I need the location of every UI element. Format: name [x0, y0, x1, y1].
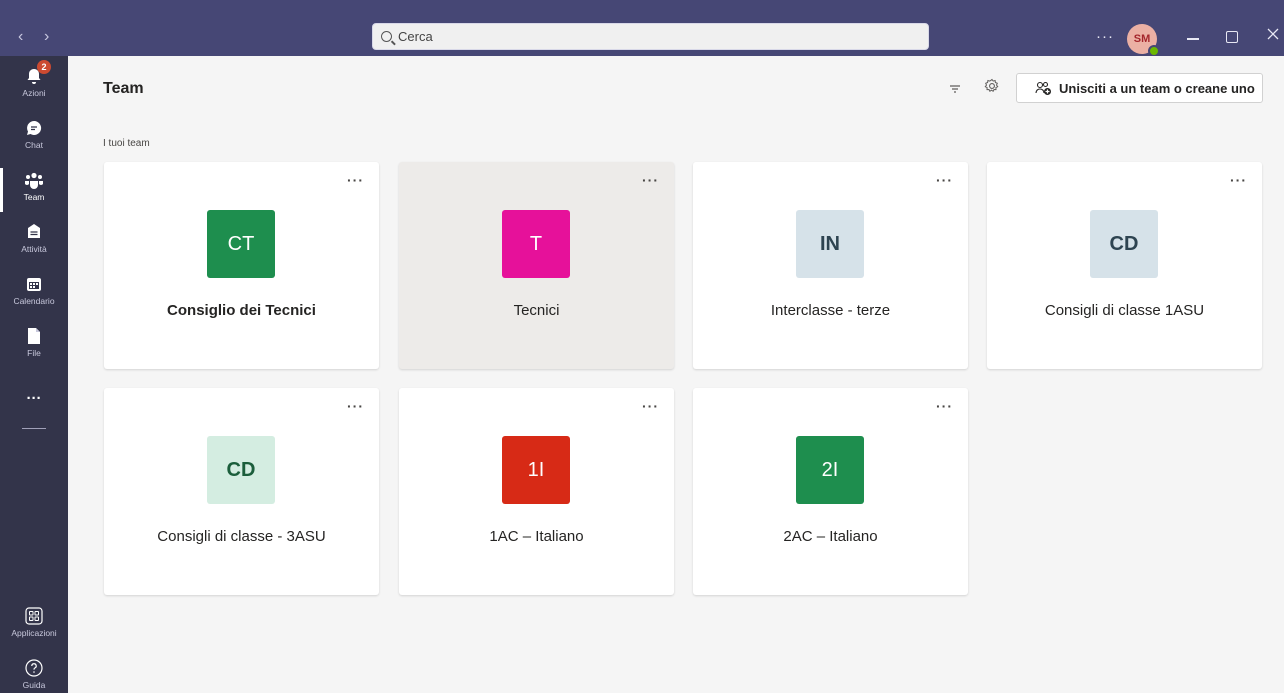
help-icon [24, 658, 44, 678]
more-options-icon[interactable]: ··· [936, 398, 953, 414]
rail-label: Azioni [22, 88, 46, 98]
avatar-initials: SM [1133, 33, 1151, 45]
more-options-icon[interactable]: ··· [936, 172, 953, 188]
more-options-icon[interactable]: ··· [642, 398, 659, 414]
rail-label: Applicazioni [11, 628, 57, 638]
more-apps-icon: ··· [26, 390, 42, 407]
team-name: Consiglio dei Tecnici [167, 302, 316, 319]
minimize-button[interactable] [1187, 38, 1199, 40]
avatar[interactable]: SM [1127, 24, 1160, 57]
section-label-your-teams: I tuoi team [103, 138, 150, 149]
search-input[interactable]: Cerca [372, 23, 929, 50]
page-title: Team [103, 80, 144, 97]
team-avatar: IN [796, 210, 864, 278]
back-arrow-icon[interactable]: ‹ [18, 28, 23, 46]
join-button-label: Unisciti a un team o creane uno [1059, 80, 1255, 96]
team-avatar: 1I [502, 436, 570, 504]
rail-label: Team [23, 192, 45, 202]
team-name: Interclasse - terze [770, 302, 891, 319]
rail-item-azioni[interactable]: 2 Azioni [0, 60, 68, 110]
team-avatar: CD [1090, 210, 1158, 278]
rail-item-applicazioni[interactable]: Applicazioni [0, 600, 68, 650]
rail-label: File [27, 348, 41, 358]
page-header: Team Unisciti a un team o creane uno [68, 56, 1284, 121]
team-avatar: 2I [796, 436, 864, 504]
team-initials: CD [226, 458, 256, 481]
team-name: Consigli di classe - 3ASU [157, 528, 326, 545]
close-button[interactable] [1267, 27, 1279, 45]
team-initials: IN [820, 232, 840, 255]
rail-divider [22, 428, 46, 429]
more-options-icon[interactable]: ··· [1096, 28, 1114, 45]
team-card[interactable]: ··· IN Interclasse - terze [693, 162, 968, 369]
rail-item-more[interactable]: ··· [0, 388, 68, 438]
apps-icon [24, 606, 44, 626]
rail-item-calendario[interactable]: Calendario [0, 268, 68, 318]
join-or-create-team-button[interactable]: Unisciti a un team o creane uno [1016, 73, 1263, 103]
team-name: Tecnici [513, 302, 560, 319]
chat-icon [24, 118, 44, 138]
rail-label: Calendario [13, 296, 55, 306]
teams-icon [24, 170, 44, 190]
forward-arrow-icon[interactable]: › [44, 28, 49, 46]
team-initials: CT [227, 232, 255, 255]
more-options-icon[interactable]: ··· [347, 398, 364, 414]
rail-item-attivita[interactable]: Attività [0, 216, 68, 266]
filter-icon[interactable] [949, 82, 961, 94]
team-card[interactable]: ··· CD Consigli di classe 1ASU [987, 162, 1262, 369]
search-icon [381, 31, 392, 42]
team-name: 2AC – Italiano [783, 528, 878, 545]
rail-label: Chat [25, 140, 43, 150]
team-avatar: T [502, 210, 570, 278]
team-card[interactable]: ··· CD Consigli di classe - 3ASU [104, 388, 379, 595]
more-options-icon[interactable]: ··· [642, 172, 659, 188]
title-bar: ‹ › Cerca ··· SM [0, 0, 1284, 57]
rail-label: Guida [22, 680, 46, 690]
people-add-icon [1035, 81, 1051, 95]
team-initials: CD [1109, 232, 1139, 255]
rail-item-team[interactable]: Team [0, 164, 68, 214]
team-initials: 1I [527, 458, 545, 481]
maximize-button[interactable] [1226, 31, 1238, 43]
team-name: Consigli di classe 1ASU [1044, 302, 1205, 319]
rail-label: Attività [21, 244, 47, 254]
more-options-icon[interactable]: ··· [1230, 172, 1247, 188]
app-bar: 2 Azioni Chat Team Attività Calendario F… [0, 56, 68, 693]
team-avatar: CD [207, 436, 275, 504]
rail-item-file[interactable]: File [0, 320, 68, 370]
team-name: 1AC – Italiano [489, 528, 584, 545]
team-card[interactable]: ··· 1I 1AC – Italiano [399, 388, 674, 595]
file-icon [24, 326, 44, 346]
team-card[interactable]: ··· 2I 2AC – Italiano [693, 388, 968, 595]
calendar-icon [24, 274, 44, 294]
bell-icon: 2 [24, 60, 51, 86]
assignments-icon [24, 222, 44, 242]
notification-badge: 2 [37, 60, 51, 74]
rail-item-chat[interactable]: Chat [0, 112, 68, 162]
gear-icon[interactable] [984, 78, 1000, 99]
team-initials: T [529, 232, 543, 255]
more-options-icon[interactable]: ··· [347, 172, 364, 188]
search-placeholder: Cerca [398, 29, 433, 44]
team-initials: 2I [821, 458, 839, 481]
team-avatar: CT [207, 210, 275, 278]
team-card[interactable]: ··· T Tecnici [399, 162, 674, 369]
rail-item-guida[interactable]: Guida [0, 652, 68, 693]
team-card[interactable]: ··· CT Consiglio dei Tecnici [104, 162, 379, 369]
